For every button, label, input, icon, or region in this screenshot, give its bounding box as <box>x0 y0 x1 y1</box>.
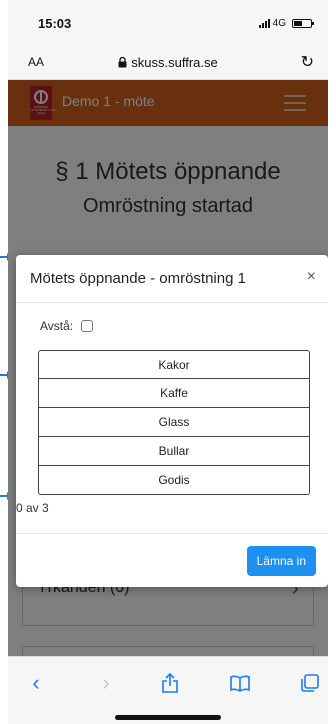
submit-button[interactable]: Lämna in <box>246 546 316 576</box>
home-indicator <box>115 715 221 720</box>
dialog-footer: Lämna in <box>16 533 328 587</box>
phone-screen: 15:03 4G AA skuss.suffra.se ↻ SVENSKA ST… <box>8 0 328 724</box>
marker-arrow <box>0 253 11 261</box>
signal-icon <box>258 19 270 28</box>
vote-option[interactable]: Kakor <box>38 350 310 379</box>
battery-icon <box>292 19 314 28</box>
reload-icon[interactable]: ↻ <box>301 52 314 72</box>
marker-arrow <box>0 371 11 379</box>
chevron-right-icon[interactable]: › <box>92 669 120 697</box>
bookmarks-icon[interactable] <box>226 669 254 697</box>
abstain-label: Avstå: <box>40 319 74 333</box>
vote-option[interactable]: Bullar <box>38 437 310 466</box>
abstain-control[interactable]: Avstå: <box>40 319 94 333</box>
lock-icon <box>118 56 127 68</box>
status-time: 15:03 <box>38 16 72 31</box>
status-indicators: 4G <box>258 18 314 29</box>
tabs-icon[interactable] <box>296 669 324 697</box>
dialog-header: Mötets öppnande - omröstning 1 × <box>16 255 328 303</box>
abstain-checkbox[interactable] <box>81 320 94 332</box>
share-icon[interactable] <box>156 669 184 697</box>
status-bar: 15:03 4G <box>8 0 328 46</box>
dialog-title: Mötets öppnande - omröstning 1 <box>30 270 246 287</box>
chevron-left-icon[interactable]: ‹ <box>22 669 50 697</box>
browser-toolbar: ‹ › <box>8 656 328 724</box>
url-bar[interactable]: AA skuss.suffra.se ↻ <box>8 46 328 80</box>
close-icon[interactable]: × <box>307 268 316 286</box>
vote-option[interactable]: Kaffe <box>38 379 310 408</box>
vote-option[interactable]: Glass <box>38 408 310 437</box>
vote-options: Kakor Kaffe Glass Bullar Godis <box>38 350 310 495</box>
url-host: skuss.suffra.se <box>131 55 218 70</box>
vote-dialog: Mötets öppnande - omröstning 1 × Avstå: … <box>16 255 328 587</box>
network-label: 4G <box>272 18 286 29</box>
marker-arrow <box>0 492 11 500</box>
address-field[interactable]: skuss.suffra.se <box>8 55 328 70</box>
selection-counter: 0 av 3 <box>16 501 49 515</box>
vote-option[interactable]: Godis <box>38 466 310 495</box>
